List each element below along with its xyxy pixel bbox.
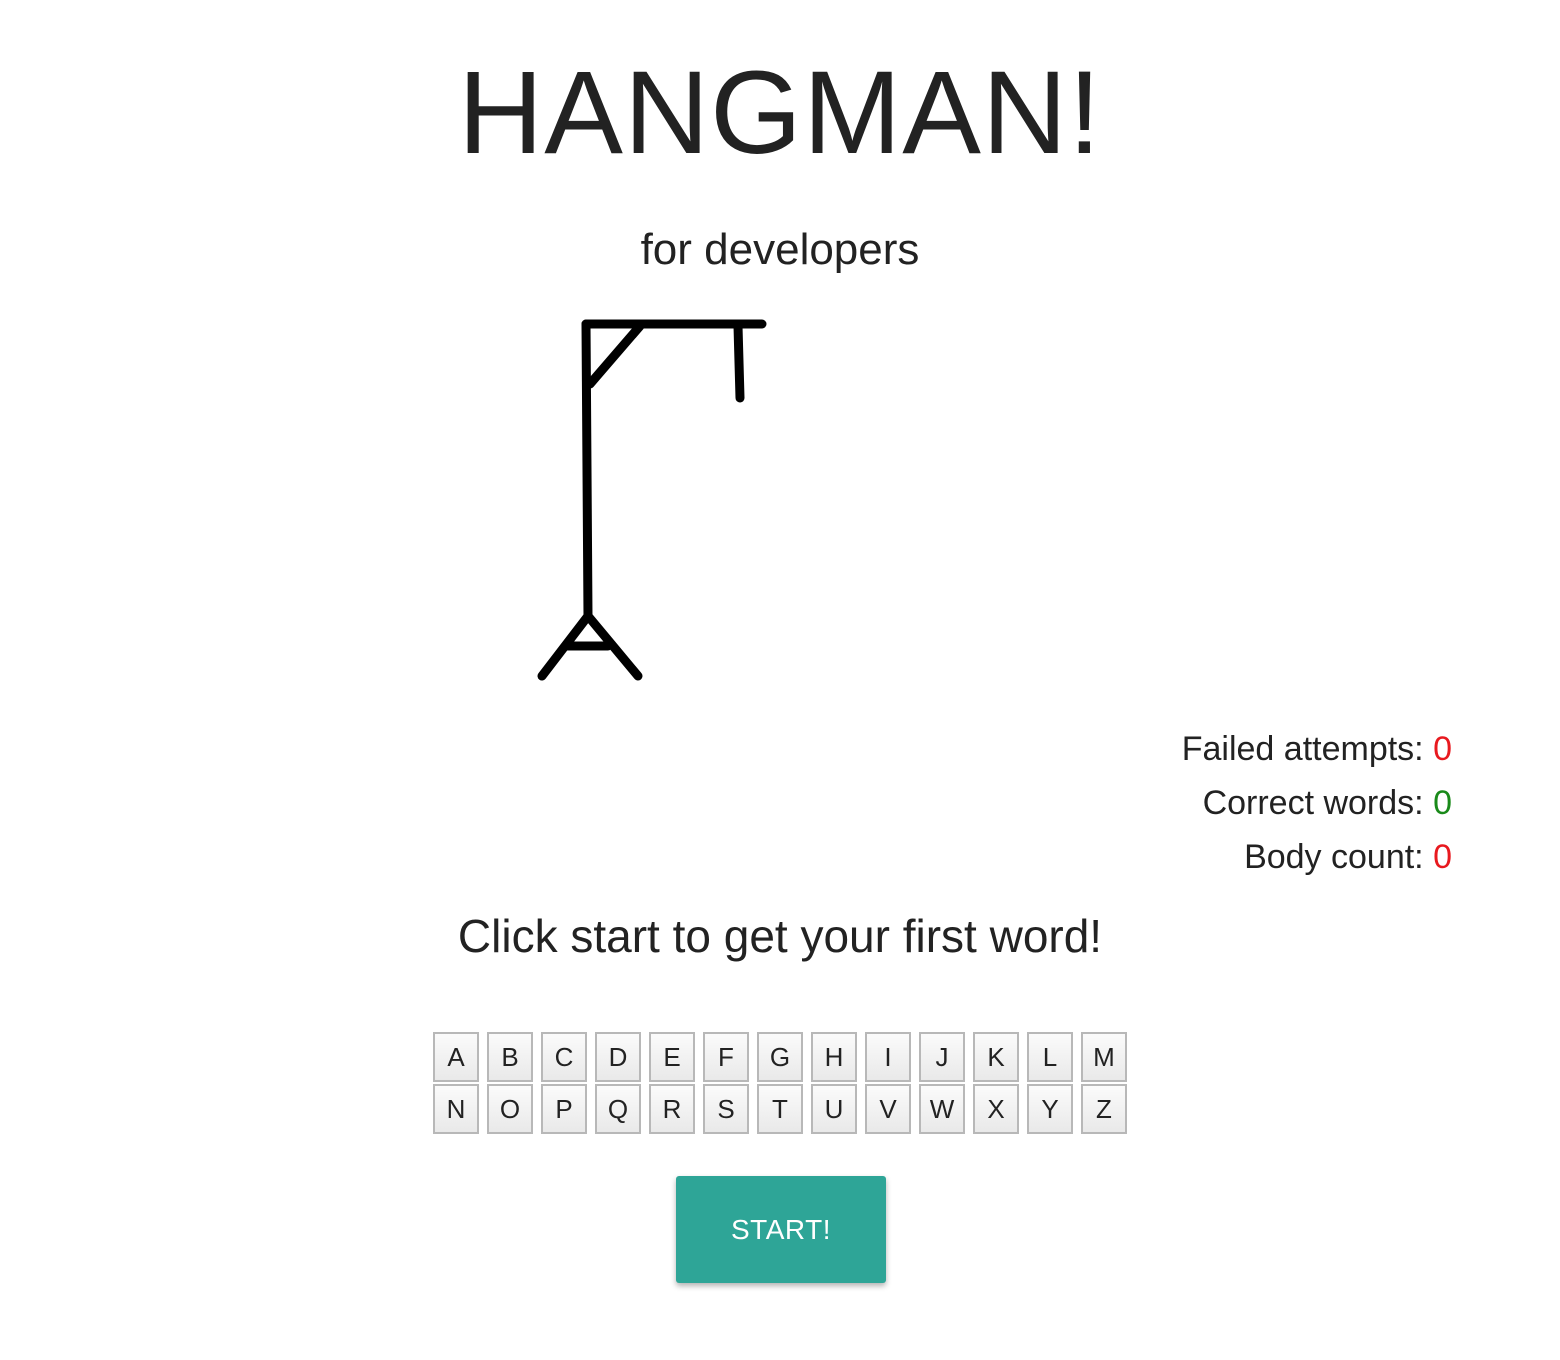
correct-words-stat: Correct words: 0 <box>1182 776 1452 830</box>
letter-key-l[interactable]: L <box>1027 1032 1073 1082</box>
letter-key-k[interactable]: K <box>973 1032 1019 1082</box>
letter-key-d[interactable]: D <box>595 1032 641 1082</box>
letter-key-g[interactable]: G <box>757 1032 803 1082</box>
game-title: HANGMAN! <box>458 47 1102 179</box>
letter-key-b[interactable]: B <box>487 1032 533 1082</box>
letter-key-q[interactable]: Q <box>595 1084 641 1134</box>
gallows-rope <box>733 321 745 403</box>
letter-key-x[interactable]: X <box>973 1084 1019 1134</box>
body-count-value: 0 <box>1433 838 1452 876</box>
letter-key-t[interactable]: T <box>757 1084 803 1134</box>
failed-attempts-stat: Failed attempts: 0 <box>1182 722 1452 776</box>
letter-key-w[interactable]: W <box>919 1084 965 1134</box>
failed-attempts-label: Failed attempts: <box>1181 730 1424 768</box>
gallows-pole <box>581 319 593 621</box>
letter-key-a[interactable]: A <box>433 1032 479 1082</box>
letter-key-m[interactable]: M <box>1081 1032 1127 1082</box>
letter-key-j[interactable]: J <box>919 1032 965 1082</box>
letter-key-r[interactable]: R <box>649 1084 695 1134</box>
letter-key-c[interactable]: C <box>541 1032 587 1082</box>
body-count-stat: Body count: 0 <box>1182 830 1452 884</box>
letter-key-v[interactable]: V <box>865 1084 911 1134</box>
stats-panel: Failed attempts: 0 Correct words: 0 Body… <box>1182 722 1452 884</box>
letter-key-h[interactable]: H <box>811 1032 857 1082</box>
status-message: Click start to get your first word! <box>457 910 1103 962</box>
keyboard-row-2: N O P Q R S T U V W X Y Z <box>0 1084 1560 1134</box>
start-button[interactable]: START! <box>676 1176 886 1283</box>
letter-key-e[interactable]: E <box>649 1032 695 1082</box>
letter-key-i[interactable]: I <box>865 1032 911 1082</box>
letter-key-u[interactable]: U <box>811 1084 857 1134</box>
gallows-drawing <box>537 319 767 681</box>
letter-key-p[interactable]: P <box>541 1084 587 1134</box>
game-subtitle: for developers <box>640 225 920 274</box>
letter-key-n[interactable]: N <box>433 1084 479 1134</box>
letter-key-y[interactable]: Y <box>1027 1084 1073 1134</box>
letter-key-s[interactable]: S <box>703 1084 749 1134</box>
letter-key-f[interactable]: F <box>703 1032 749 1082</box>
gallows-brace <box>585 321 645 389</box>
failed-attempts-value: 0 <box>1433 730 1452 768</box>
correct-words-value: 0 <box>1433 784 1452 822</box>
keyboard-row-1: A B C D E F G H I J K L M <box>0 1032 1560 1082</box>
letter-key-o[interactable]: O <box>487 1084 533 1134</box>
letter-keyboard: A B C D E F G H I J K L M N O P Q R S T … <box>0 1032 1560 1136</box>
correct-words-label: Correct words: <box>1202 784 1424 822</box>
letter-key-z[interactable]: Z <box>1081 1084 1127 1134</box>
body-count-label: Body count: <box>1244 838 1424 876</box>
